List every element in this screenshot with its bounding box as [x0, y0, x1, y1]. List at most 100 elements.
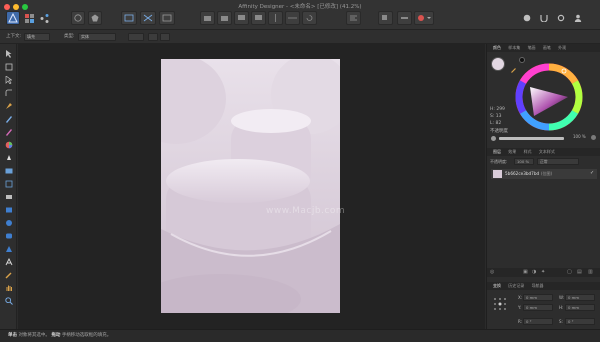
fill-reverse-button[interactable]	[148, 33, 158, 41]
rotate-button[interactable]	[302, 11, 317, 25]
context-dropdown[interactable]: 填充	[24, 33, 50, 41]
triangle-icon	[5, 245, 12, 252]
move-tool[interactable]	[3, 48, 14, 59]
flip-vertical-button[interactable]	[285, 11, 300, 25]
trash-icon[interactable]: ▥	[588, 269, 593, 275]
arrange-back-icon	[204, 16, 211, 21]
type-dropdown[interactable]: 实体	[78, 33, 116, 41]
tab-brushes[interactable]: 画笔	[543, 45, 551, 50]
slice-tool[interactable]	[3, 191, 14, 202]
globe-icon	[74, 14, 82, 22]
h-label: H:	[559, 305, 564, 310]
order-backward-button[interactable]	[217, 11, 232, 25]
adjustment-icon[interactable]: ◑	[532, 269, 536, 275]
crop-tool[interactable]	[3, 178, 14, 189]
group-icon[interactable]: ▤	[577, 269, 582, 275]
document-artboard[interactable]	[161, 59, 340, 313]
x-label: X:	[518, 295, 523, 300]
color-wheel-icon	[5, 141, 12, 148]
snap-button[interactable]	[121, 11, 137, 25]
boolean-add-button[interactable]	[378, 11, 393, 25]
snapping-button[interactable]	[537, 11, 551, 25]
export-persona-button[interactable]	[38, 11, 51, 25]
saturation-readout: S: 13	[490, 114, 502, 119]
opacity-slider[interactable]	[499, 137, 564, 140]
place-image-tool[interactable]	[3, 165, 14, 176]
layer-row[interactable]: 5b662ce3bd7bd (位图) ✓	[491, 169, 597, 179]
tab-transform[interactable]: 变换	[493, 283, 501, 288]
order-front-button[interactable]	[251, 11, 266, 25]
tab-history[interactable]: 历史记录	[508, 283, 524, 288]
layer-opacity-field[interactable]: 100 %	[514, 158, 534, 165]
canvas[interactable]: www.Macjb.com	[18, 44, 485, 329]
add-layer-icon[interactable]: ▢	[567, 269, 572, 275]
assistant-button[interactable]	[520, 11, 534, 25]
tab-styles[interactable]: 样式	[524, 149, 532, 154]
rectangle-tool[interactable]	[3, 204, 14, 215]
user-button[interactable]	[571, 11, 585, 25]
anchor-selector[interactable]	[493, 296, 507, 310]
w-field[interactable]: 0 mm	[565, 294, 595, 301]
blend-mode-dropdown[interactable]: 正常	[537, 158, 579, 165]
color-picker-tool[interactable]	[3, 269, 14, 280]
fill-reset-button[interactable]	[160, 33, 170, 41]
shape-button[interactable]	[88, 11, 102, 25]
layer-settings-icon[interactable]: ◎	[490, 269, 494, 275]
fill-tool[interactable]	[3, 139, 14, 150]
tab-color[interactable]: 颜色	[493, 45, 501, 50]
pixel-persona-button[interactable]	[23, 11, 36, 25]
tab-layers[interactable]: 图层	[493, 149, 501, 154]
opacity-menu-icon[interactable]	[591, 135, 596, 140]
view-tool[interactable]	[3, 282, 14, 293]
rounded-rectangle-tool[interactable]	[3, 230, 14, 241]
text-tool[interactable]	[3, 256, 14, 267]
designer-persona-button[interactable]	[6, 11, 20, 25]
tab-stroke[interactable]: 笔画	[528, 45, 536, 50]
pointer-icon	[6, 49, 12, 58]
brush-tool[interactable]	[3, 126, 14, 137]
opacity-value: 100 %	[573, 134, 586, 139]
triangle-tool[interactable]	[3, 243, 14, 254]
watermark-text: www.Macjb.com	[266, 206, 346, 216]
transparency-tool[interactable]	[3, 152, 14, 163]
align-menu-button[interactable]	[346, 11, 361, 25]
node-tool[interactable]	[3, 74, 14, 85]
tab-effects[interactable]: 效果	[508, 149, 516, 154]
order-back-button[interactable]	[200, 11, 215, 25]
mask-icon[interactable]: ▣	[523, 269, 528, 275]
hsl-color-wheel[interactable]	[514, 62, 584, 132]
align-button[interactable]	[140, 11, 156, 25]
layer-visibility-checkbox[interactable]: ✓	[590, 170, 594, 176]
grid-button[interactable]	[159, 11, 175, 25]
view-mode-button[interactable]	[71, 11, 85, 25]
flip-horizontal-button[interactable]	[268, 11, 283, 25]
color-picker-button[interactable]	[414, 11, 434, 25]
shear-field[interactable]: 0 °	[565, 318, 595, 325]
corner-tool[interactable]	[3, 87, 14, 98]
ellipse-tool[interactable]	[3, 217, 14, 228]
pen-tool[interactable]	[3, 100, 14, 111]
grid-icon	[162, 14, 172, 22]
h-field[interactable]: 0 mm	[565, 304, 595, 311]
transparency-icon	[6, 154, 11, 160]
fill-color-swatch[interactable]	[491, 57, 505, 71]
y-field[interactable]: 0 mm	[523, 304, 553, 311]
eyedropper-icon	[5, 272, 11, 278]
fill-swatch[interactable]	[128, 33, 144, 41]
boolean-subtract-button[interactable]	[397, 11, 412, 25]
layer-opacity-label: 不透明度:	[490, 159, 508, 164]
tab-swatches[interactable]: 样本集	[508, 45, 520, 50]
artboard-icon	[5, 63, 12, 70]
artboard-tool[interactable]	[3, 61, 14, 72]
pencil-tool[interactable]	[3, 113, 14, 124]
rotation-field[interactable]: 0 °	[523, 318, 553, 325]
effects-icon[interactable]: ✦	[541, 269, 545, 275]
x-field[interactable]: 0 mm	[523, 294, 553, 301]
preferences-button[interactable]	[554, 11, 568, 25]
tab-navigator[interactable]: 导航器	[532, 283, 544, 288]
zoom-tool[interactable]	[3, 295, 14, 306]
tab-text-styles[interactable]: 文本样式	[539, 149, 555, 154]
export-persona-icon	[40, 13, 49, 23]
order-forward-button[interactable]	[234, 11, 249, 25]
tab-appearance[interactable]: 外观	[558, 45, 566, 50]
